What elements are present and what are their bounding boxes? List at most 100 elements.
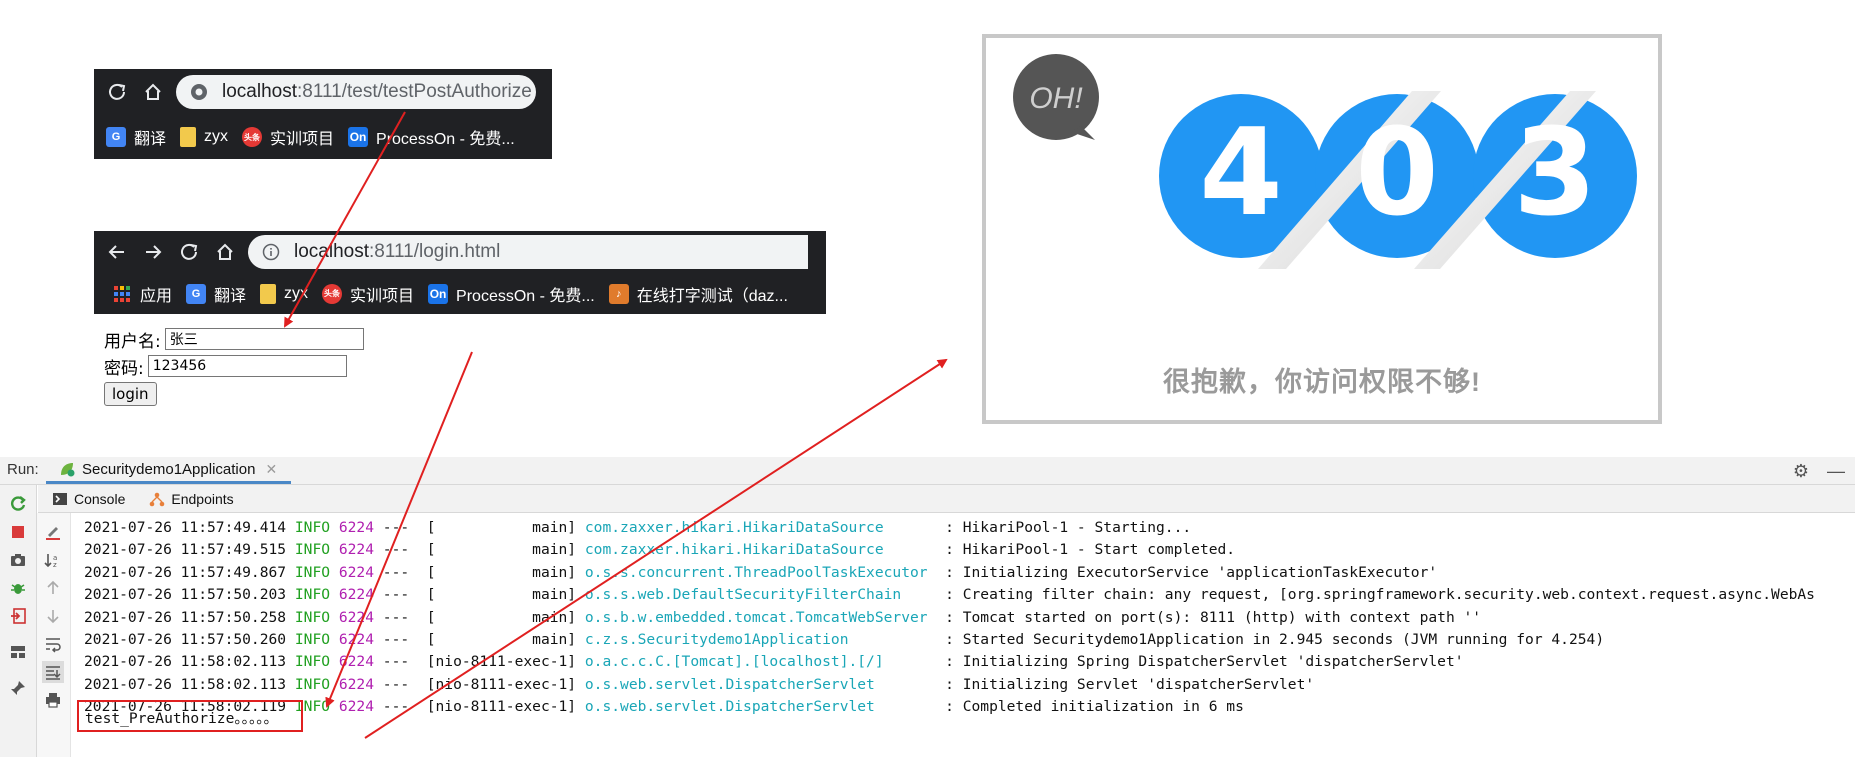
minimize-icon[interactable]: — <box>1827 461 1845 482</box>
log-logger: com.zaxxer.hikari.HikariDataSource <box>584 541 937 559</box>
run-panel-tools: ⚙ — <box>1793 461 1845 482</box>
scroll-to-end-icon[interactable] <box>42 661 64 683</box>
info-icon <box>262 243 280 261</box>
log-message: : Started Securitydemo1Application in 2.… <box>945 631 1605 649</box>
log-thread: --- [ main] <box>382 519 577 536</box>
soft-wrap-icon[interactable] <box>42 633 64 655</box>
arrow-down-icon[interactable] <box>42 605 64 627</box>
log-logger: o.s.s.concurrent.ThreadPoolTaskExecutor <box>584 563 937 581</box>
back-icon[interactable] <box>104 239 130 265</box>
log-message: : HikariPool-1 - Start completed. <box>945 541 1236 559</box>
arrow-up-icon[interactable] <box>42 577 64 599</box>
bookmark-processon[interactable]: On ProcessOn - 免费... <box>348 125 515 149</box>
print-icon[interactable] <box>42 689 64 711</box>
bookmarks-bar: 应用 G 翻译 zyx 头条 实训项目 On ProcessOn - 免费... ♪ 在… <box>94 273 826 314</box>
log-level: INFO <box>294 675 331 693</box>
console-tab-bar: Console Endpoints <box>38 485 1855 513</box>
bookmark-zyx[interactable]: zyx <box>180 127 228 147</box>
pin-icon[interactable] <box>7 677 29 699</box>
exit-icon[interactable] <box>7 605 29 627</box>
toutiao-icon: 头条 <box>242 127 263 147</box>
log-thread: --- [nio-8111-exec-1] <box>382 675 577 693</box>
oh-speech-bubble: OH! <box>1011 52 1101 142</box>
browser-toolbar: localhost:8111/login.html <box>94 231 826 273</box>
log-pid: 6224 <box>338 675 374 693</box>
bookmark-shixun[interactable]: 头条 实训项目 <box>242 125 334 149</box>
gear-icon[interactable]: ⚙ <box>1793 461 1809 482</box>
log-line: 2021-07-26 11:58:02.113 INFO 6224 --- [n… <box>84 674 1855 696</box>
log-line: 2021-07-26 11:57:49.414 INFO 6224 --- [ … <box>84 517 1855 539</box>
camera-icon[interactable] <box>7 549 29 571</box>
apps-icon <box>112 284 132 304</box>
log-level: INFO <box>294 519 331 536</box>
log-message: : Initializing Spring DispatcherServlet … <box>945 653 1464 671</box>
log-pid: 6224 <box>338 586 374 604</box>
bookmark-translate[interactable]: G 翻译 <box>186 282 246 306</box>
log-message: : Completed initialization in 6 ms <box>945 698 1244 716</box>
reload-icon[interactable] <box>176 239 202 265</box>
bookmark-apps[interactable]: 应用 <box>112 282 172 306</box>
tab-console[interactable]: Console <box>52 491 125 507</box>
log-line: 2021-07-26 11:57:49.515 INFO 6224 --- [ … <box>84 539 1855 561</box>
tab-endpoints[interactable]: Endpoints <box>149 491 234 507</box>
log-thread: --- [ main] <box>382 541 577 559</box>
log-level: INFO <box>294 563 331 581</box>
password-row: 密码: <box>104 353 364 379</box>
log-message: : HikariPool-1 - Starting... <box>945 519 1192 536</box>
browser-window-login: localhost:8111/login.html 应用 G 翻译 zyx 头条实… <box>94 231 826 314</box>
run-label: Run: <box>7 461 39 478</box>
translate-icon: G <box>106 127 126 147</box>
log-level: INFO <box>294 541 331 559</box>
spring-boot-icon <box>61 463 75 477</box>
bookmark-typing-test[interactable]: ♪ 在线打字测试（daz... <box>608 282 788 306</box>
bookmark-shixun[interactable]: 头条 实训项目 <box>322 282 414 306</box>
login-form: 用户名: 密码: login <box>104 326 364 406</box>
url-host: localhost <box>294 241 369 262</box>
address-bar[interactable]: localhost:8111/test/testPostAuthorize <box>176 75 536 109</box>
log-pid: 6224 <box>338 519 374 536</box>
log-thread: --- [ main] <box>382 586 577 604</box>
log-pid: 6224 <box>338 608 374 626</box>
digit-3: 3 <box>1513 104 1597 243</box>
log-line: 2021-07-26 11:57:50.260 INFO 6224 --- [ … <box>84 629 1855 651</box>
bookmark-translate[interactable]: G 翻译 <box>106 125 166 149</box>
log-timestamp: 2021-07-26 11:57:49.414 <box>84 519 287 536</box>
debug-icon[interactable] <box>7 577 29 599</box>
rerun-icon[interactable] <box>7 493 29 515</box>
bookmark-zyx[interactable]: zyx <box>260 283 308 304</box>
home-icon[interactable] <box>212 239 238 265</box>
login-button[interactable]: login <box>104 382 157 406</box>
toutiao-icon: 头条 <box>322 283 343 304</box>
password-input[interactable] <box>147 355 347 377</box>
home-icon[interactable] <box>140 79 166 105</box>
username-input[interactable] <box>164 328 364 350</box>
clear-icon[interactable] <box>42 521 64 543</box>
log-logger: com.zaxxer.hikari.HikariDataSource <box>584 519 937 536</box>
run-left-toolbar <box>0 485 37 757</box>
log-pid: 6224 <box>338 698 374 716</box>
sort-icon[interactable]: az <box>42 549 64 571</box>
layout-icon[interactable] <box>7 641 29 663</box>
processon-icon: On <box>348 127 369 147</box>
run-config-name: Securitydemo1Application <box>82 460 256 478</box>
digit-0: 0 <box>1355 104 1439 243</box>
username-label: 用户名: <box>104 331 161 352</box>
log-level: INFO <box>294 631 331 649</box>
close-tab-icon[interactable]: ✕ <box>265 461 277 478</box>
log-line: 2021-07-26 11:57:50.203 INFO 6224 --- [ … <box>84 584 1855 606</box>
log-logger: o.s.b.w.embedded.tomcat.TomcatWebServer <box>584 608 937 626</box>
forward-icon[interactable] <box>140 239 166 265</box>
reload-icon[interactable] <box>104 79 130 105</box>
highlighted-output: test_PreAuthorize。。。。。 <box>77 700 303 732</box>
digit-4: 4 <box>1199 104 1283 243</box>
stop-icon[interactable] <box>7 521 29 543</box>
result-output-text: test_PreAuthorize。。。。。 <box>85 710 279 727</box>
bookmark-processon[interactable]: On ProcessOn - 免费... <box>428 282 595 306</box>
translate-icon: G <box>186 283 207 304</box>
log-thread: --- [ main] <box>382 563 577 581</box>
log-message: : Initializing ExecutorService 'applicat… <box>945 563 1438 581</box>
log-message: : Tomcat started on port(s): 8111 (http)… <box>945 608 1482 626</box>
log-timestamp: 2021-07-26 11:57:50.258 <box>84 608 287 626</box>
run-config-tab[interactable]: Securitydemo1Application ✕ <box>46 457 292 484</box>
address-bar[interactable]: localhost:8111/login.html <box>248 235 808 269</box>
